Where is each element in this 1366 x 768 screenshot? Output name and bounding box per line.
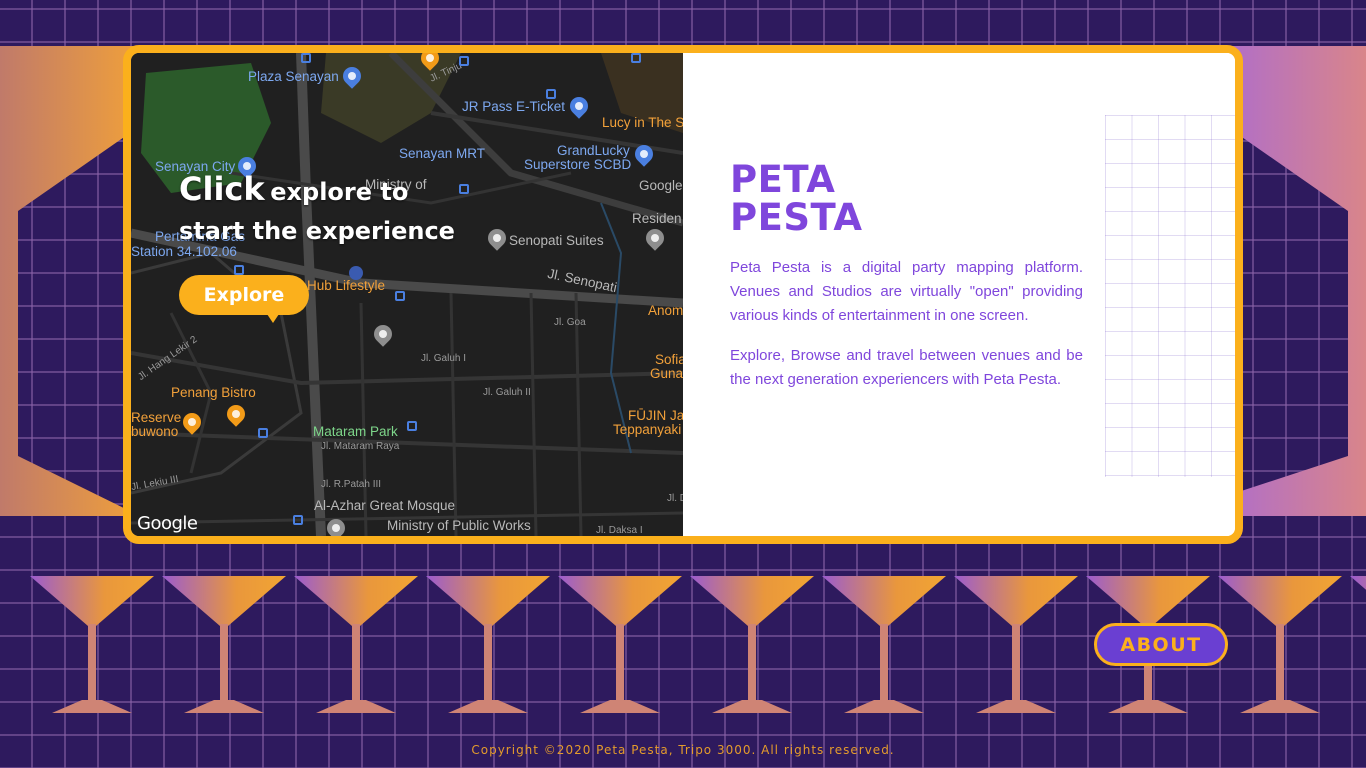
map-road-label: Jl. Dak [667,493,683,504]
map-label-teppanyaki: Teppanyaki [613,422,682,437]
hero-title-click: Click [179,170,265,208]
map-road-label: Jl. Daksa I [596,525,643,536]
hero-title-line2: start the experience [179,217,455,245]
cocktail-glass-icon [30,576,154,713]
cocktail-glass-icon [1218,576,1342,713]
transit-stop-icon[interactable] [459,184,469,194]
map-road-label: Jl. Mataram Raya [321,441,400,452]
map-label-al-azhar: Al-Azhar Great Mosque [314,498,456,513]
map-label-plaza-senayan: Plaza Senayan [248,69,339,84]
brand-line2: PESTA [730,196,863,239]
cocktail-glass-icon [162,576,286,713]
cocktail-glass-icon [426,576,550,713]
left-decor-shape [0,46,140,516]
cocktail-glass-icon [1350,576,1366,590]
map-label-reserve: Reserve [131,410,182,425]
transit-stop-icon[interactable] [293,515,303,525]
map-label-guna: Guna [650,366,683,381]
map-label-senayan-mrt: Senayan MRT [399,146,486,161]
transit-stop-icon[interactable] [546,89,556,99]
cocktail-glass-icon [294,576,418,713]
transit-stop-icon[interactable] [301,53,311,63]
map-label-hub-lifestyle: Hub Lifestyle [307,278,386,293]
brand-line1: PETA [730,158,836,201]
map-label-buwono: buwono [131,424,179,439]
map-road-label: Jl. Galuh II [483,387,531,398]
map-label-superstore: Superstore SCBD [524,157,632,172]
map-label-anom: Anom [648,303,683,318]
map-label-residen: Residen [632,211,682,226]
right-decor-shape [1226,46,1366,516]
map-label-mataram-park: Mataram Park [313,424,398,439]
map-label-grandlucky: GrandLucky [557,143,630,158]
copyright-footer: Copyright ©2020 Peta Pesta, Tripo 3000. … [471,743,895,757]
info-panel: PETA PESTA Peta Pesta is a digital party… [683,53,1235,536]
map-road-label: Jl. Goa [554,317,586,328]
transit-stop-icon[interactable] [395,291,405,301]
transit-stop-icon[interactable] [459,56,469,66]
main-card: Plaza Senayan Jl. Tinju JR Pass E-Ticket… [123,45,1243,544]
transit-stop-icon[interactable] [258,428,268,438]
transit-stop-icon[interactable] [631,53,641,63]
map-label-lucy: Lucy in The S [602,115,683,130]
transit-stop-icon[interactable] [234,265,244,275]
map-label-jr-pass: JR Pass E-Ticket [462,99,566,114]
description: Peta Pesta is a digital party mapping pl… [730,256,1083,392]
hero-title-line1: explore to [270,178,409,206]
description-paragraph: Explore, Browse and travel between venue… [730,347,1083,388]
map-view[interactable]: Plaza Senayan Jl. Tinju JR Pass E-Ticket… [131,53,683,536]
cocktail-glass-icon [558,576,682,713]
cocktail-glass-icon [822,576,946,713]
map-label-google: Google [639,178,683,193]
explore-button[interactable]: Explore [179,275,309,323]
hero-title: Click explore to start the experience [179,171,455,249]
transit-stop-icon[interactable] [407,421,417,431]
description-paragraph: Peta Pesta is a digital party mapping pl… [730,259,1083,324]
map-label-fujin: FŪJIN Ja [628,408,683,423]
map-label-sofia: Sofia [655,352,683,367]
brand-title: PETA PESTA [730,161,863,237]
cocktail-glass-icon [954,576,1078,713]
map-label-penang-bistro: Penang Bistro [171,385,256,400]
map-label-ministry-pw: Ministry of Public Works [387,518,531,533]
grid-decor [1105,115,1235,477]
map-road-label: Jl. Galuh I [421,353,467,364]
map-label-senopati-suites: Senopati Suites [509,233,604,248]
google-attribution[interactable]: Google [137,513,198,534]
about-button[interactable]: ABOUT [1094,623,1228,666]
map-road-label: Jl. R.Patah III [321,479,382,490]
cocktail-glass-icon [690,576,814,713]
